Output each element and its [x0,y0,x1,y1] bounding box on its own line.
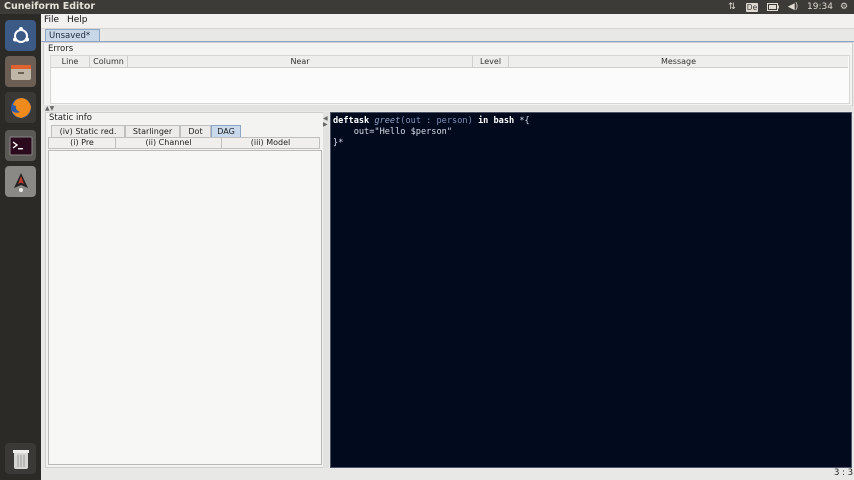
subtab-pre[interactable]: (i) Pre [48,137,116,149]
column-header-near[interactable]: Near [128,56,473,68]
column-header-level[interactable]: Level [473,56,509,68]
keyword-in: in [477,116,489,126]
code-line-2: out="Hello $person" [333,127,452,137]
system-top-bar: Cuneiform Editor ⇅ De ◀) 19:34 ⚙ [0,0,854,14]
task-parameter: out : person [405,116,468,126]
menu-help[interactable]: Help [67,15,88,25]
keyboard-layout-indicator[interactable]: De [745,1,759,13]
code-line-3: }* [333,138,344,148]
power-gear-icon[interactable]: ⚙ [838,1,850,13]
static-info-title: Static info [49,113,92,123]
errors-panel: Errors Line Column Near Level Message [43,42,853,106]
ubuntu-dash-icon[interactable] [5,20,36,51]
splitter-arrows-icon[interactable]: ◀ ▶ [323,116,328,128]
brace-open: *{ [519,116,530,126]
firefox-icon[interactable] [5,92,36,123]
terminal-icon[interactable] [5,130,36,161]
horizontal-splitter[interactable]: ▲▼ [43,105,851,112]
app-title: Cuneiform Editor [4,1,96,12]
code-editor[interactable]: deftask greet(out : person) in bash *{ o… [330,112,852,468]
keyboard-layout-label: De [745,2,759,12]
paren-close: ) [467,116,473,126]
subtab-channel[interactable]: (ii) Channel [115,137,222,149]
volume-icon[interactable]: ◀) [787,1,799,13]
subtab-model[interactable]: (iii) Model [221,137,320,149]
column-header-message[interactable]: Message [509,56,848,68]
files-icon[interactable] [5,56,36,87]
trash-icon[interactable] [5,443,36,474]
keyword-bash: bash [493,116,515,126]
battery-icon[interactable] [766,1,780,13]
menu-bar: File Help [41,14,854,29]
task-name: greet [374,116,401,126]
code-line-1: deftask greet(out : person) in bash *{ [333,116,530,126]
launcher [0,14,41,480]
collapse-arrows-icon[interactable]: ▲▼ [45,105,54,112]
errors-table: Line Column Near Level Message [50,55,850,104]
errors-title: Errors [48,44,74,54]
keyword-deftask: deftask [333,116,370,126]
java-app-icon[interactable] [5,166,36,197]
column-header-column[interactable]: Column [90,56,128,68]
clock[interactable]: 19:34 [807,1,833,13]
network-updown-icon[interactable]: ⇅ [726,1,738,13]
column-header-line[interactable]: Line [51,56,90,68]
static-info-content [48,150,322,465]
menu-file[interactable]: File [44,15,59,25]
cursor-position: 3 : 3 [834,468,854,478]
static-info-panel: Static info (iv) Static red. Starlinger … [45,112,325,468]
vertical-splitter[interactable]: ◀ ▶ [323,112,329,468]
